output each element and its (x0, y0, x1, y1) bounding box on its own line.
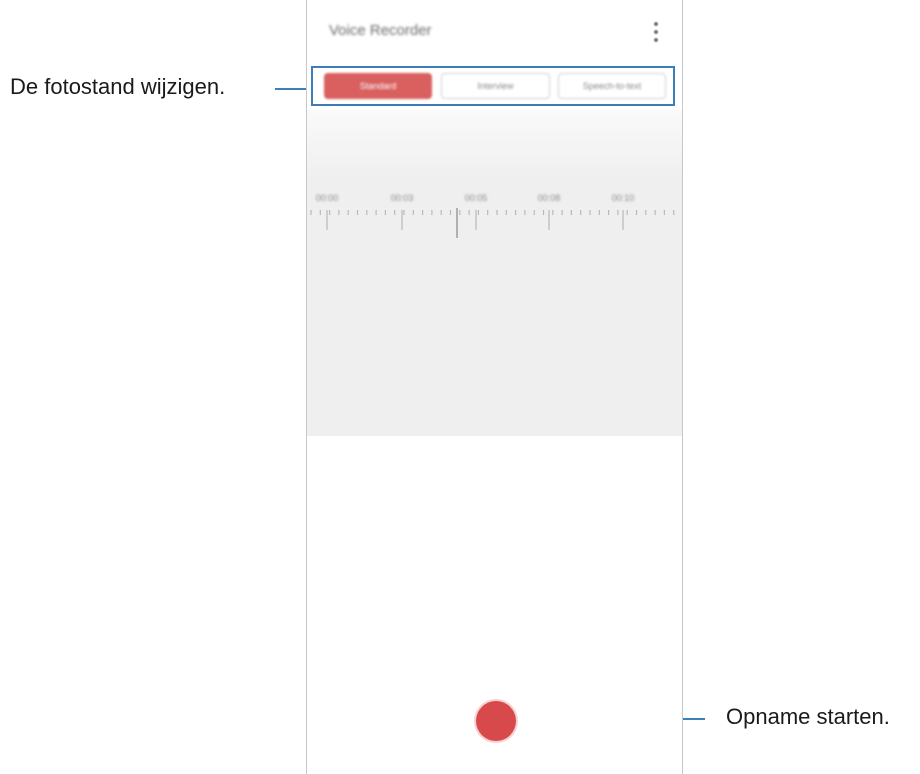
mode-interview-button[interactable]: Interview (441, 73, 550, 99)
phone-screen: Voice Recorder Standard Interview Speech… (306, 0, 683, 774)
mode-standard-button[interactable]: Standard (324, 73, 432, 99)
timeline-ruler (310, 208, 675, 238)
timeline-label: 00:05 (464, 193, 488, 203)
timeline-label: 00:10 (611, 193, 635, 203)
waveform-area (307, 110, 682, 436)
timeline-label: 00:03 (390, 193, 414, 203)
more-options-icon[interactable] (652, 22, 660, 42)
mode-speech-to-text-button[interactable]: Speech-to-text (558, 73, 666, 99)
callout-mode-change: De fotostand wijzigen. (10, 74, 226, 99)
timeline-label: 00:08 (537, 193, 561, 203)
timeline-label: 00:00 (315, 193, 339, 203)
callout-start-recording: Opname starten. (726, 704, 890, 729)
app-title: Voice Recorder (329, 22, 432, 39)
record-button[interactable] (476, 701, 516, 741)
